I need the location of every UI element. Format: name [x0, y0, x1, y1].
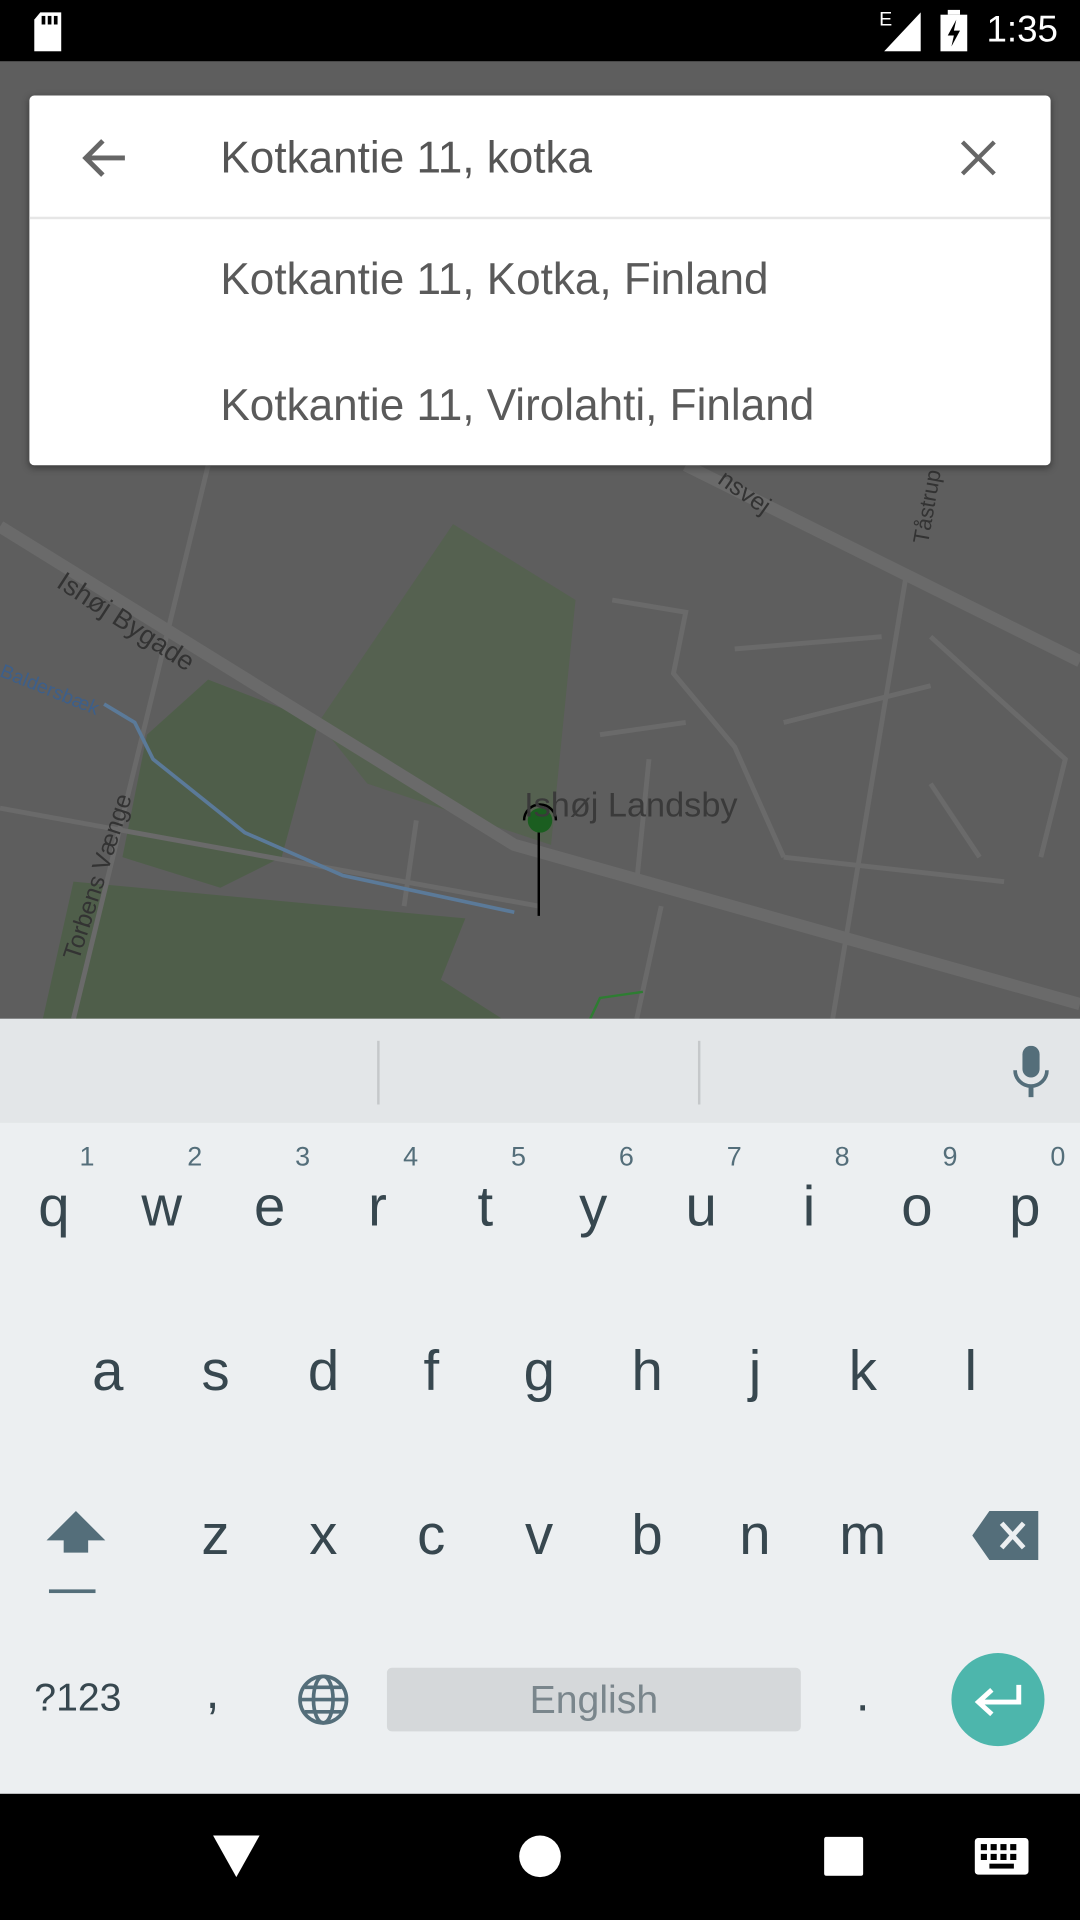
key-hint: 2: [187, 1141, 203, 1172]
key-y[interactable]: y: [544, 1173, 642, 1239]
navigation-bar: [0, 1793, 1080, 1920]
key-h[interactable]: h: [598, 1337, 696, 1403]
key-c[interactable]: c: [382, 1501, 480, 1567]
status-bar: E 1:35: [0, 0, 1080, 62]
close-icon[interactable]: [960, 140, 997, 177]
comma-key[interactable]: ,: [206, 1665, 220, 1720]
key-v[interactable]: v: [490, 1501, 588, 1567]
suggestion-label: Kotkantie 11, Kotka, Finland: [220, 253, 769, 304]
suggestion-item[interactable]: Kotkantie 11, Virolahti, Finland: [29, 342, 1050, 464]
key-t[interactable]: t: [436, 1173, 534, 1239]
key-hint: 7: [726, 1141, 742, 1172]
key-w[interactable]: w: [113, 1173, 211, 1239]
key-d[interactable]: d: [275, 1337, 373, 1403]
suggestion-item[interactable]: Kotkantie 11, Kotka, Finland: [29, 219, 1050, 341]
key-g[interactable]: g: [490, 1337, 588, 1403]
sd-card-icon: [34, 12, 62, 52]
period-key[interactable]: .: [856, 1668, 870, 1723]
key-b[interactable]: b: [598, 1501, 696, 1567]
key-hint: 3: [295, 1141, 311, 1172]
enter-button[interactable]: [951, 1653, 1045, 1747]
shift-icon[interactable]: [44, 1509, 108, 1597]
microphone-icon[interactable]: [1011, 1045, 1050, 1100]
key-z[interactable]: z: [167, 1501, 265, 1567]
key-hint: 6: [618, 1141, 634, 1172]
key-hint: 5: [510, 1141, 526, 1172]
key-u[interactable]: u: [652, 1173, 750, 1239]
key-a[interactable]: a: [59, 1337, 157, 1403]
key-hint: 1: [79, 1141, 95, 1172]
symbols-key[interactable]: ?123: [34, 1675, 121, 1720]
arrow-left-icon[interactable]: [81, 137, 128, 179]
key-hint: 8: [834, 1141, 850, 1172]
keyboard: ?123 , English . q1w2e3r4t5y6u7i8o9p0 asd…: [0, 1018, 1080, 1794]
key-i[interactable]: i: [760, 1173, 858, 1239]
signal-icon: [884, 12, 921, 52]
divider: [697, 1040, 701, 1105]
key-hint: 4: [403, 1141, 419, 1172]
search-card: Kotkantie 11, kotka Kotkantie 11, Kotka,…: [29, 95, 1051, 466]
backspace-icon[interactable]: [972, 1511, 1039, 1561]
key-l[interactable]: l: [922, 1337, 1020, 1403]
key-m[interactable]: m: [814, 1501, 912, 1567]
key-p[interactable]: p: [976, 1173, 1074, 1239]
clock: 1:35: [986, 9, 1058, 51]
globe-icon[interactable]: [296, 1673, 350, 1727]
key-o[interactable]: o: [868, 1173, 966, 1239]
key-hint: 9: [942, 1141, 958, 1172]
space-bar[interactable]: English: [386, 1667, 801, 1732]
keyboard-switch-icon[interactable]: [974, 1837, 1029, 1875]
key-n[interactable]: n: [706, 1501, 804, 1567]
key-e[interactable]: e: [221, 1173, 319, 1239]
key-s[interactable]: s: [167, 1337, 265, 1403]
map-label-place: Ishøj Landsby: [524, 786, 738, 825]
battery-charging-icon: [940, 9, 968, 52]
key-k[interactable]: k: [814, 1337, 912, 1403]
key-q[interactable]: q: [5, 1173, 103, 1239]
suggestion-label: Kotkantie 11, Virolahti, Finland: [220, 379, 815, 430]
home-circle-icon[interactable]: [518, 1834, 562, 1878]
key-x[interactable]: x: [274, 1501, 372, 1567]
back-triangle-icon[interactable]: [213, 1835, 260, 1878]
key-r[interactable]: r: [329, 1173, 427, 1239]
key-hint: 0: [1050, 1141, 1066, 1172]
key-j[interactable]: j: [706, 1337, 804, 1403]
divider: [377, 1040, 380, 1105]
recents-square-icon[interactable]: [824, 1836, 864, 1876]
key-f[interactable]: f: [382, 1337, 480, 1403]
suggestion-strip: [0, 1018, 1080, 1123]
enter-icon: [974, 1684, 1022, 1717]
search-input[interactable]: Kotkantie 11, kotka: [220, 132, 592, 183]
